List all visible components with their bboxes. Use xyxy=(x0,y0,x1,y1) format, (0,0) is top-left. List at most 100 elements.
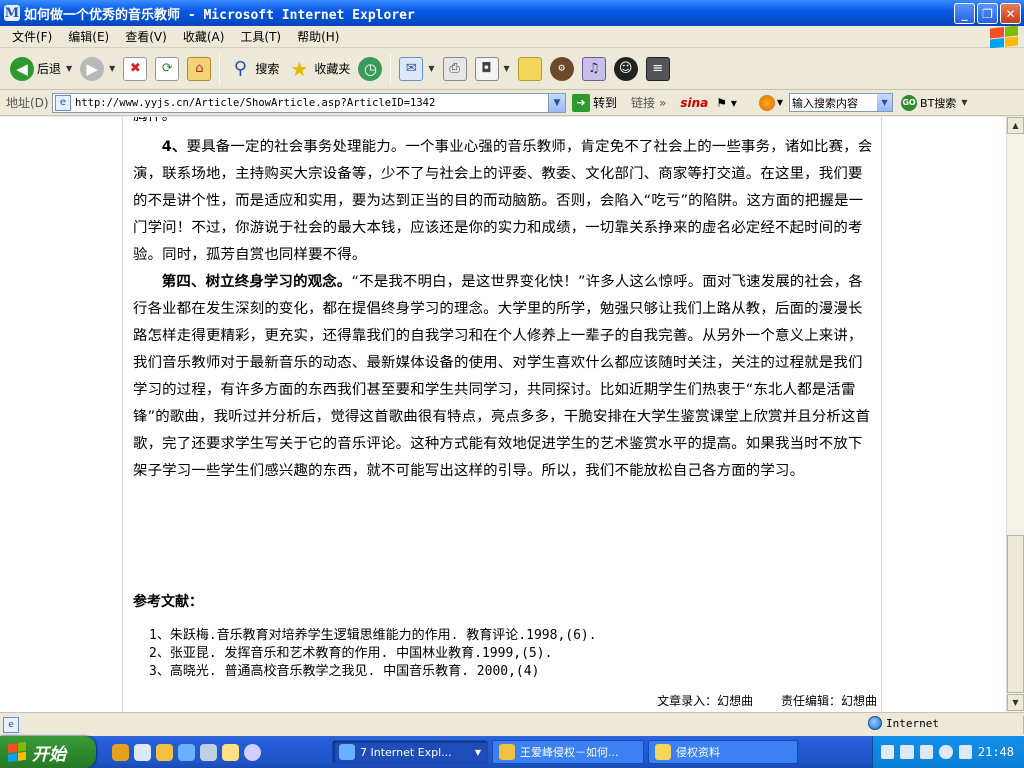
back-icon: ◀ xyxy=(10,56,34,81)
messenger-icon: ☺ xyxy=(613,56,638,81)
toolbar-search-placeholder: 输入搜索内容 xyxy=(792,96,859,110)
taskbar-item-ie[interactable]: 7 Internet Expl... ▼ xyxy=(332,740,488,764)
edit-dropdown-icon[interactable]: ▼ xyxy=(504,64,510,73)
go-button[interactable]: ➜ 转到 xyxy=(572,93,618,112)
bt-go-icon: GO xyxy=(901,94,918,111)
history-button[interactable]: ◷ xyxy=(354,51,386,87)
toolbar-search-input[interactable]: 输入搜索内容 ▼ xyxy=(789,93,894,112)
task-label: 侵权资料 xyxy=(676,746,720,759)
scroll-thumb[interactable] xyxy=(1007,535,1024,693)
search-engine-dropdown-icon[interactable]: ▼ xyxy=(777,98,783,107)
sina-logo[interactable]: sina xyxy=(680,96,708,110)
menu-bar: 文件(F) 编辑(E) 查看(V) 收藏(A) 工具(T) 帮助(H) xyxy=(0,25,1024,49)
section-4-text: “不是我不明白，是这世界变化快！”许多人这么惊呼。面对飞速发展的社会，各行各业都… xyxy=(133,274,871,479)
reference-item: 3、高晓光. 普通高校音乐教学之我见. 中国音乐教育. 2000,(4) xyxy=(149,664,540,679)
messenger-button[interactable]: ☺ xyxy=(610,51,642,87)
ie-icon xyxy=(339,744,355,760)
menu-tools[interactable]: 工具(T) xyxy=(232,28,289,45)
favorites-button[interactable]: ★ 收藏夹 xyxy=(283,51,354,87)
quicklaunch-media-icon[interactable] xyxy=(156,743,173,761)
mail-icon: ✉ xyxy=(399,56,424,81)
print-icon: ⎙ xyxy=(442,56,467,81)
go-icon: ➜ xyxy=(572,93,590,112)
zone-label: Internet xyxy=(886,716,939,730)
restore-button[interactable]: ❐ xyxy=(977,3,998,24)
search-button[interactable]: ⚲ 搜索 xyxy=(224,51,283,87)
taskbar-item-doc[interactable]: 王爱峰侵权－如何... xyxy=(492,740,644,764)
windows-flag-icon xyxy=(8,741,26,763)
group-dropdown-icon[interactable]: ▼ xyxy=(475,748,481,757)
toolbar-search-dropdown-icon[interactable]: ▼ xyxy=(877,94,893,111)
edit-button[interactable]: ◘ ▼ xyxy=(471,51,514,87)
quicklaunch-app-icon[interactable] xyxy=(112,743,129,761)
address-bar: 地址(D) e http://www.yyjs.cn/Article/ShowA… xyxy=(0,90,1024,116)
links-chevron-icon[interactable]: » xyxy=(659,96,666,110)
paragraph-4-heading: 4、 xyxy=(161,139,187,155)
page-status-icon: e xyxy=(3,716,19,733)
entry-by: 文章录入：幻想曲 xyxy=(657,694,754,708)
close-button[interactable]: ✕ xyxy=(1000,3,1021,24)
title-bar[interactable]: M 如何做一个优秀的音乐教师 - Microsoft Internet Expl… xyxy=(0,0,1024,26)
keyboard-icon[interactable] xyxy=(881,745,895,759)
folder-button[interactable] xyxy=(514,51,546,87)
minimize-button[interactable]: _ xyxy=(954,3,975,24)
bt-search-button[interactable]: GO BT搜索 ▼ xyxy=(901,94,967,111)
stop-button[interactable]: ✖ xyxy=(119,51,151,87)
volume-icon[interactable] xyxy=(958,745,972,759)
go-label: 转到 xyxy=(593,96,618,110)
game-icon: ⚙ xyxy=(549,56,574,81)
back-tray-icon[interactable] xyxy=(939,745,953,759)
scroll-up-button[interactable]: ▲ xyxy=(1007,117,1024,134)
refresh-button[interactable]: ⟳ xyxy=(151,51,183,87)
quicklaunch-app-icon[interactable] xyxy=(134,743,151,761)
quicklaunch-app-icon[interactable] xyxy=(200,743,217,761)
links-button[interactable]: 链接 xyxy=(631,94,655,111)
reference-item: 1、朱跃梅.音乐教育对培养学生逻辑思维能力的作用. 教育评论.1998,(6). xyxy=(149,628,597,643)
scroll-down-button[interactable]: ▼ xyxy=(1007,694,1024,711)
home-button[interactable]: ⌂ xyxy=(183,51,215,87)
network-icon[interactable] xyxy=(919,745,934,759)
archive-button[interactable]: ≡ xyxy=(642,51,674,87)
paragraph-4: 4、要具备一定的社会事务处理能力。一个事业心强的音乐教师，肯定免不了社会上的一些… xyxy=(133,134,877,269)
mail-dropdown-icon[interactable]: ▼ xyxy=(428,64,434,73)
game-button[interactable]: ⚙ xyxy=(546,51,578,87)
help-icon[interactable] xyxy=(900,745,914,759)
mail-button[interactable]: ✉ ▼ xyxy=(395,51,438,87)
menu-favorites[interactable]: 收藏(A) xyxy=(175,28,233,45)
start-button[interactable]: 开始 xyxy=(0,736,96,768)
back-button[interactable]: ◀ 后退 ▼ xyxy=(6,51,76,87)
article-body: 4、要具备一定的社会事务处理能力。一个事业心强的音乐教师，肯定免不了社会上的一些… xyxy=(133,134,877,485)
taskbar: 开始 7 Internet Expl... ▼ 王爱峰侵权－如何... 侵权资料… xyxy=(0,736,1024,768)
address-input[interactable]: e http://www.yyjs.cn/Article/ShowArticle… xyxy=(52,92,566,113)
quicklaunch-app-icon[interactable] xyxy=(244,743,261,761)
references-heading: 参考文献： xyxy=(133,594,203,610)
page-viewport[interactable]: 胸怀。 4、要具备一定的社会事务处理能力。一个事业心强的音乐教师，肯定免不了社会… xyxy=(0,117,1006,712)
task-label: 王爱峰侵权－如何... xyxy=(520,746,619,759)
print-button[interactable]: ⎙ xyxy=(439,51,471,87)
menu-edit[interactable]: 编辑(E) xyxy=(60,28,117,45)
menu-help[interactable]: 帮助(H) xyxy=(289,28,347,45)
archive-icon: ≡ xyxy=(645,56,670,81)
quicklaunch-ie-icon[interactable] xyxy=(178,743,195,761)
quick-launch xyxy=(112,743,332,761)
back-dropdown-icon[interactable]: ▼ xyxy=(66,64,72,73)
taskbar-item-folder[interactable]: 侵权资料 xyxy=(648,740,798,764)
quicklaunch-app-icon[interactable] xyxy=(222,743,239,761)
favorites-icon: ★ xyxy=(290,56,309,81)
reference-item: 2、张亚昆. 发挥音乐和艺术教育的作用. 中国林业教育.1999,(5). xyxy=(149,646,553,661)
search-engine-icon[interactable] xyxy=(758,94,775,111)
bt-dropdown-icon[interactable]: ▼ xyxy=(961,98,967,107)
forward-dropdown-icon[interactable]: ▼ xyxy=(109,64,115,73)
menu-file[interactable]: 文件(F) xyxy=(4,28,60,45)
media-button[interactable]: ♫ xyxy=(578,51,610,87)
vertical-scrollbar[interactable]: ▲ ▼ xyxy=(1006,117,1024,712)
forward-button[interactable]: ▶ ▼ xyxy=(76,51,119,87)
toolbar-options-icon[interactable]: ⚑ ▾ xyxy=(716,96,737,110)
doc-icon xyxy=(499,744,515,760)
address-dropdown-icon[interactable]: ▼ xyxy=(548,93,565,112)
section-4-heading: 第四、树立终身学习的观念。 xyxy=(161,274,352,290)
menu-view[interactable]: 查看(V) xyxy=(117,28,175,45)
history-icon: ◷ xyxy=(358,56,383,81)
ie-icon: M xyxy=(4,5,20,21)
article-credits: 文章录入：幻想曲 责任编辑：幻想曲 xyxy=(633,692,877,709)
